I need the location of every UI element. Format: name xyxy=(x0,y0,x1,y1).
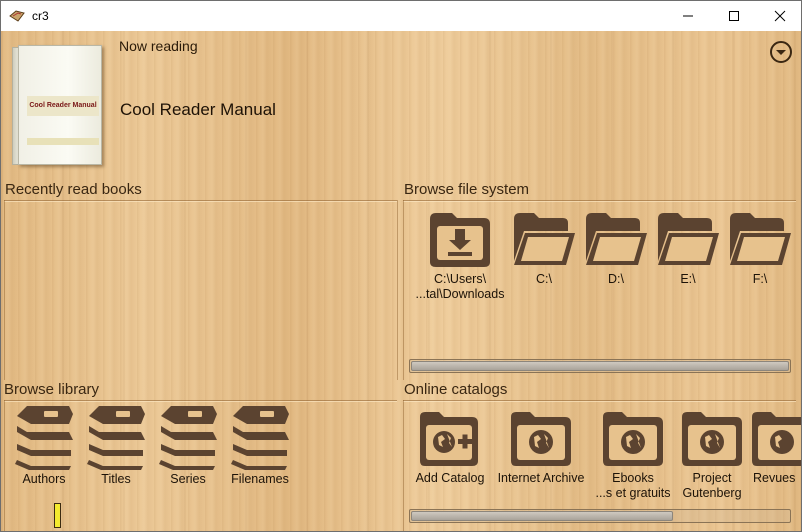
catalog-item-add[interactable]: Add Catalog xyxy=(409,409,491,486)
catalog-item-internet-archive[interactable]: Internet Archive xyxy=(493,409,589,486)
catalog-item-label: Revues xyxy=(753,471,796,485)
recent-books-right-edge xyxy=(397,200,398,380)
recent-books-left-edge xyxy=(4,200,5,380)
now-reading-label: Now reading xyxy=(119,38,198,54)
books-icon xyxy=(159,406,217,470)
globe-folder-icon xyxy=(682,412,742,466)
books-icon xyxy=(231,406,289,470)
filesystem-item-label: C:\Users\ xyxy=(433,272,487,286)
catalogs-scroll-thumb[interactable] xyxy=(411,511,673,521)
minimize-icon xyxy=(683,15,693,17)
browse-filesystem-title: Browse file system xyxy=(404,181,530,198)
catalog-item-label: Ebooks xyxy=(612,471,654,485)
window-title: cr3 xyxy=(32,9,49,23)
filesystem-item-label: F:\ xyxy=(752,272,768,286)
filesystem-scrollbar[interactable] xyxy=(409,359,791,373)
add-catalog-icon xyxy=(420,412,478,466)
folder-icon xyxy=(514,213,575,265)
catalogs-scrollbar[interactable] xyxy=(409,509,791,523)
library-item-label: Authors xyxy=(22,472,66,486)
filesystem-scroll-thumb[interactable] xyxy=(411,361,789,371)
library-item-titles[interactable]: Titles xyxy=(85,404,147,487)
library-left-edge xyxy=(4,400,5,531)
close-icon xyxy=(774,10,786,22)
filesystem-item-downloads[interactable]: C:\Users\ ...tal\Downloads xyxy=(405,209,515,302)
filesystem-item-label: E:\ xyxy=(680,272,696,286)
catalog-item-sublabel: ...s et gratuits xyxy=(595,486,671,500)
filesystem-item-f[interactable]: F:\ xyxy=(727,209,793,287)
maximize-icon xyxy=(729,11,739,21)
browse-library-title: Browse library xyxy=(4,381,100,398)
books-icon xyxy=(15,406,73,470)
catalogs-divider xyxy=(403,400,796,401)
app-icon xyxy=(9,10,25,22)
cover-band xyxy=(27,138,99,145)
folder-icon xyxy=(658,213,719,265)
home-screen: Cool Reader Manual Now reading Cool Read… xyxy=(1,31,801,531)
catalog-item-label: Internet Archive xyxy=(497,471,585,485)
filesystem-left-edge xyxy=(403,200,404,380)
minimize-button[interactable] xyxy=(665,1,711,31)
filesystem-item-c[interactable]: C:\ xyxy=(511,209,577,287)
catalog-item-revues[interactable]: Revues xyxy=(749,409,801,486)
maximize-button[interactable] xyxy=(711,1,757,31)
book-page: Cool Reader Manual xyxy=(18,45,102,165)
filesystem-divider xyxy=(403,200,796,201)
current-book-title[interactable]: Cool Reader Manual xyxy=(120,100,276,120)
catalog-item-gutenberg[interactable]: Project Gutenberg xyxy=(677,409,747,501)
books-icon xyxy=(87,406,145,470)
cover-title: Cool Reader Manual xyxy=(27,96,99,116)
library-item-label: Filenames xyxy=(231,472,289,486)
folder-icon xyxy=(730,213,791,265)
catalog-item-label: Add Catalog xyxy=(415,471,485,485)
download-folder-icon xyxy=(430,213,490,267)
globe-folder-icon xyxy=(752,412,801,466)
library-item-series[interactable]: Series xyxy=(157,404,219,487)
menu-dropdown-icon[interactable] xyxy=(769,40,793,64)
filesystem-item-label: C:\ xyxy=(536,272,552,286)
globe-folder-icon xyxy=(603,412,663,466)
online-catalogs-title: Online catalogs xyxy=(404,381,508,398)
folder-icon xyxy=(586,213,647,265)
catalogs-left-edge xyxy=(403,400,404,531)
recent-books-divider xyxy=(4,200,397,201)
filesystem-item-d[interactable]: D:\ xyxy=(583,209,649,287)
filesystem-item-label: D:\ xyxy=(608,272,624,286)
filesystem-item-sublabel: ...tal\Downloads xyxy=(415,287,505,301)
text-cursor-marker xyxy=(54,503,61,528)
catalog-item-label: Project xyxy=(692,471,732,485)
recent-books-title: Recently read books xyxy=(5,181,142,198)
catalog-item-ebooks[interactable]: Ebooks ...s et gratuits xyxy=(593,409,673,501)
library-divider xyxy=(4,400,397,401)
current-book-cover[interactable]: Cool Reader Manual xyxy=(12,43,104,167)
library-item-label: Titles xyxy=(101,472,131,486)
window-titlebar: cr3 xyxy=(0,0,802,31)
globe-folder-icon xyxy=(511,412,571,466)
library-item-label: Series xyxy=(170,472,206,486)
filesystem-item-e[interactable]: E:\ xyxy=(655,209,721,287)
library-item-authors[interactable]: Authors xyxy=(13,404,75,487)
catalog-item-sublabel: Gutenberg xyxy=(682,486,742,500)
close-button[interactable] xyxy=(757,1,802,31)
library-item-filenames[interactable]: Filenames xyxy=(227,404,293,487)
